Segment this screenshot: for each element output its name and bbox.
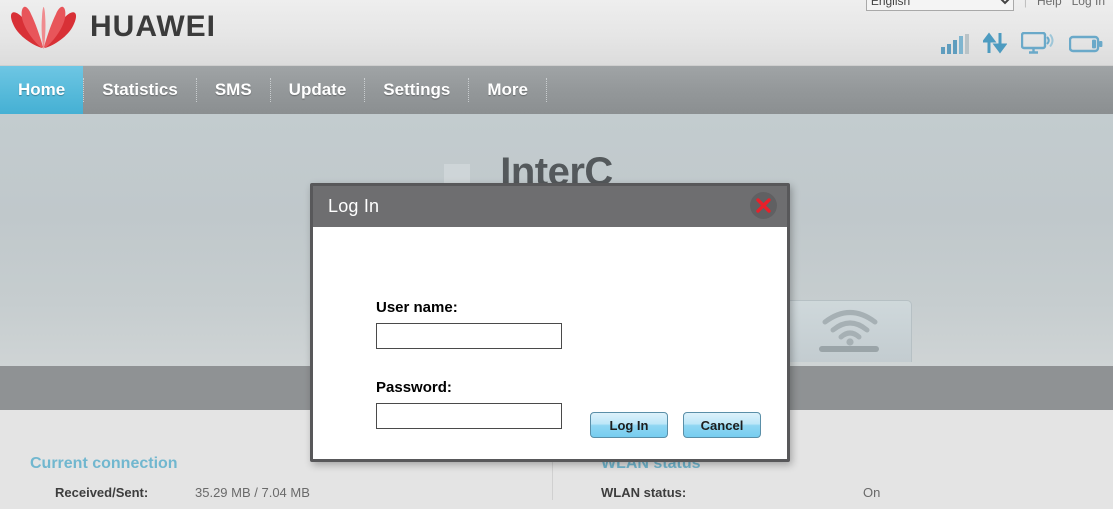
received-sent-value: 35.29 MB / 7.04 MB <box>195 485 310 500</box>
nav-item-settings[interactable]: Settings <box>365 66 468 114</box>
language-select[interactable]: English <box>865 0 1014 11</box>
username-label: User name: <box>376 299 458 316</box>
table-row: WLAN status: On <box>553 473 1113 500</box>
header-login-link[interactable]: Log In <box>1072 0 1105 8</box>
login-button[interactable]: Log In <box>590 412 668 438</box>
connected-device-icon <box>1021 32 1055 54</box>
wlan-status-value: On <box>863 485 881 500</box>
username-field-group: User name: <box>313 227 787 349</box>
password-label: Password: <box>376 379 452 396</box>
brand: HUAWEI <box>8 3 216 51</box>
username-input[interactable] <box>376 323 562 349</box>
status-icon-group <box>941 26 1103 54</box>
nav-item-sms[interactable]: SMS <box>197 66 270 114</box>
dialog-body: User name: Password: Log In Cancel <box>313 227 787 459</box>
header-utility-row: English | Help Log In <box>865 0 1105 12</box>
data-transfer-arrows-icon <box>983 32 1007 54</box>
dialog-title: Log In <box>328 196 380 216</box>
app-header: HUAWEI English | Help Log In <box>0 0 1113 66</box>
nav-item-home[interactable]: Home <box>0 66 84 114</box>
cancel-button[interactable]: Cancel <box>683 412 761 438</box>
brand-name: HUAWEI <box>90 10 216 43</box>
table-row: Received/Sent: 35.29 MB / 7.04 MB <box>0 473 552 500</box>
signal-bars-icon <box>941 34 969 54</box>
received-sent-label: Received/Sent: <box>55 485 149 500</box>
nav-separator <box>545 78 547 102</box>
dialog-button-row: Log In Cancel <box>590 412 761 438</box>
wifi-card-bar <box>819 346 879 352</box>
battery-icon <box>1069 34 1103 54</box>
nav-item-statistics[interactable]: Statistics <box>84 66 196 114</box>
huawei-flower-logo <box>8 3 80 51</box>
help-link[interactable]: Help <box>1037 0 1062 8</box>
dialog-titlebar: Log In <box>313 186 787 227</box>
password-input[interactable] <box>376 403 562 429</box>
wifi-status-card[interactable] <box>786 300 912 362</box>
main-navigation: Home Statistics SMS Update Settings More <box>0 66 1113 114</box>
login-dialog: Log In User name: Password: Log In Cance… <box>310 183 790 462</box>
wlan-status-label: WLAN status: <box>601 485 687 500</box>
close-icon[interactable] <box>750 192 777 219</box>
utility-separator: | <box>1023 0 1027 8</box>
nav-item-update[interactable]: Update <box>271 66 365 114</box>
nav-item-more[interactable]: More <box>469 66 546 114</box>
